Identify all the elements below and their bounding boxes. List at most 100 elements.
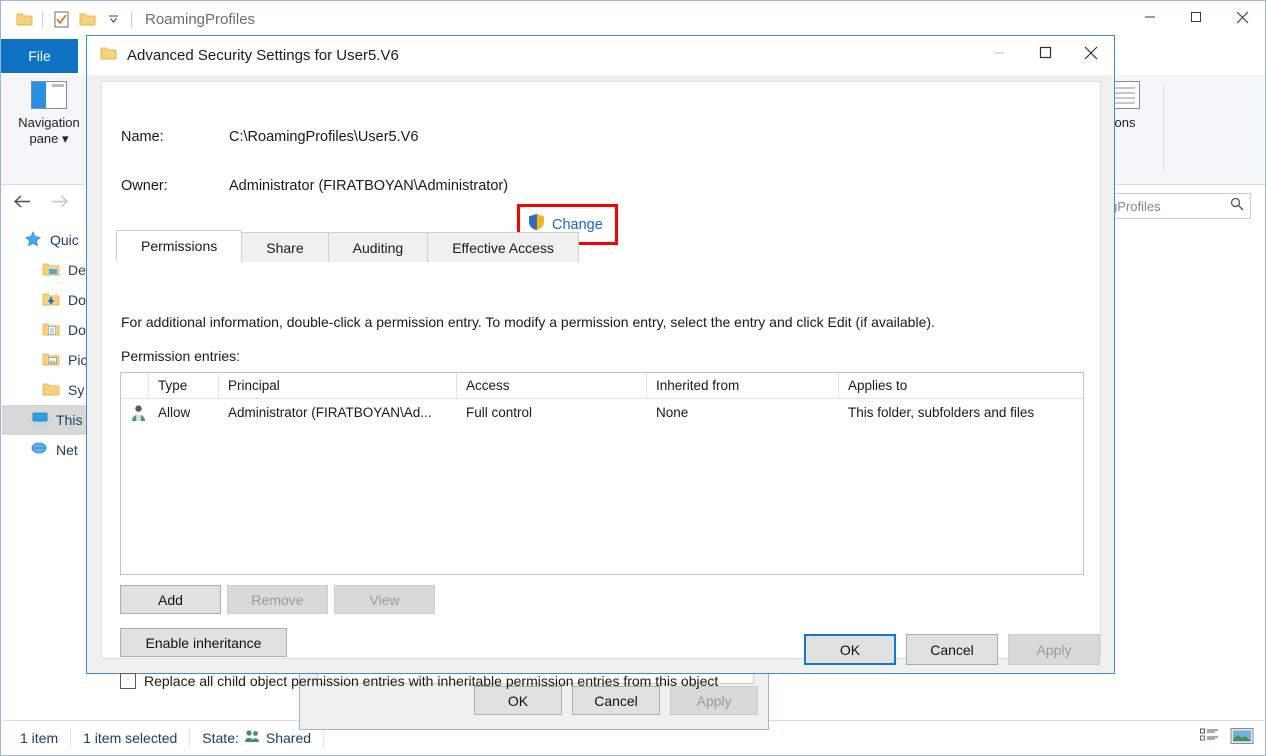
replace-child-permissions-row[interactable]: Replace all child object permission entr… (120, 673, 718, 689)
sidebar-item-label: Pic (68, 352, 88, 368)
advanced-security-settings-dialog: Advanced Security Settings for User5.V6 … (86, 35, 1115, 689)
status-selection-count: 1 item selected (71, 727, 191, 748)
close-icon[interactable] (1219, 1, 1265, 33)
user-icon (121, 399, 149, 426)
enable-inheritance-button[interactable]: Enable inheritance (120, 628, 287, 657)
properties-icon[interactable] (48, 6, 74, 32)
column-header-principal[interactable]: Principal (219, 373, 457, 398)
status-state-value: Shared (265, 729, 312, 746)
permission-action-buttons: Add Remove View (120, 585, 435, 614)
inheritance-button-row: Enable inheritance (120, 628, 287, 657)
cancel-button[interactable]: Cancel (906, 634, 998, 665)
pictures-folder-icon (42, 351, 62, 369)
replace-child-permissions-label: Replace all child object permission entr… (144, 673, 719, 689)
dialog-window-controls (976, 36, 1114, 69)
dialog-description: For additional information, double-click… (121, 314, 935, 330)
chevron-down-icon[interactable]: ▾ (62, 131, 69, 146)
sidebar-item-label: This (56, 412, 83, 428)
properties-apply-button: Apply (670, 686, 758, 715)
shared-users-icon (244, 729, 261, 746)
ok-button[interactable]: OK (804, 634, 896, 665)
tab-permissions[interactable]: Permissions (116, 230, 243, 262)
table-header-row: Type Principal Access Inherited from App… (121, 373, 1083, 399)
name-row: Name: C:\RoamingProfiles\User5.V6 (121, 129, 418, 145)
sidebar-item-label: Quic (50, 232, 79, 248)
replace-child-permissions-checkbox[interactable] (120, 673, 136, 689)
status-view-buttons (1200, 727, 1254, 750)
details-view-icon[interactable] (1200, 728, 1220, 749)
dialog-tabs: Permissions Share Auditing Effective Acc… (116, 230, 1100, 262)
minimize-icon[interactable] (1127, 1, 1173, 33)
folder-icon[interactable] (74, 6, 100, 32)
desktop-folder-icon (42, 261, 62, 279)
remove-button: Remove (227, 585, 328, 614)
quick-access-toolbar (1, 6, 137, 32)
sidebar-item-label: Do (68, 322, 86, 338)
name-label: Name: (121, 129, 164, 145)
properties-ok-button[interactable]: OK (474, 686, 562, 715)
sidebar-item-label: Do (68, 292, 86, 308)
divider (1163, 85, 1164, 171)
tab-share[interactable]: Share (241, 232, 329, 262)
tab-file[interactable]: File (1, 39, 78, 73)
column-header-type[interactable]: Type (149, 373, 219, 398)
dialog-content-panel: Name: C:\RoamingProfiles\User5.V6 Owner:… (101, 81, 1101, 689)
cell-type: Allow (158, 405, 191, 420)
divider (42, 11, 43, 27)
close-icon[interactable] (1068, 36, 1114, 69)
chevron-down-icon[interactable] (100, 6, 126, 32)
add-button[interactable]: Add (120, 585, 221, 614)
cell-inherited-from: None (656, 405, 689, 420)
search-input-value: gProfiles (1110, 198, 1161, 214)
ribbon-group-navigation-pane[interactable]: Navigation pane ▾ (3, 81, 95, 147)
navigation-pane-label-line1: Navigation (18, 115, 80, 130)
explorer-title-bar: RoamingProfiles (1, 1, 1265, 37)
sidebar-item-label: De (68, 262, 86, 278)
permission-entries-list[interactable]: Type Principal Access Inherited from App… (120, 372, 1084, 575)
screen: RoamingProfiles File ? (0, 0, 1266, 756)
back-icon[interactable] (13, 193, 32, 215)
properties-cancel-button[interactable]: Cancel (572, 686, 660, 715)
options-label: ons (1114, 115, 1136, 130)
column-header-inherited-from[interactable]: Inherited from (647, 373, 839, 398)
permission-entries-label: Permission entries: (121, 348, 241, 364)
large-icons-view-icon[interactable] (1230, 727, 1254, 750)
owner-value: Administrator (FIRATBOYAN\Administrator) (229, 178, 509, 194)
search-icon[interactable] (1230, 197, 1244, 216)
dialog-footer-buttons: OK Cancel Apply (804, 634, 1100, 665)
status-share-state: State: Shared (190, 727, 325, 748)
explorer-window-title: RoamingProfiles (145, 10, 256, 28)
tab-effective-access[interactable]: Effective Access (427, 232, 579, 262)
forward-icon[interactable] (50, 193, 69, 215)
owner-row: Owner: Administrator (FIRATBOYAN\Adminis… (121, 178, 508, 194)
documents-folder-icon (42, 321, 62, 339)
explorer-window-controls (1127, 1, 1265, 33)
sidebar-item-label: Net (56, 442, 78, 458)
folder-icon (42, 381, 62, 399)
divider (131, 11, 132, 27)
dialog-title: Advanced Security Settings for User5.V6 (127, 47, 399, 64)
navigation-pane-icon (31, 81, 67, 109)
name-value: C:\RoamingProfiles\User5.V6 (229, 129, 419, 145)
this-pc-icon (30, 411, 50, 429)
column-header-access[interactable]: Access (457, 373, 647, 398)
apply-button: Apply (1008, 634, 1100, 665)
minimize-icon[interactable] (976, 36, 1022, 69)
tab-auditing[interactable]: Auditing (327, 232, 429, 262)
maximize-icon[interactable] (1022, 36, 1068, 69)
table-row[interactable]: Allow Administrator (FIRATBOYAN\Ad... Fu… (121, 399, 1083, 426)
cell-access: Full control (466, 405, 533, 420)
star-icon (24, 231, 44, 249)
folder-icon[interactable] (11, 6, 37, 32)
view-button: View (334, 585, 435, 614)
navigation-pane-label-line2: pane (29, 131, 59, 146)
cell-applies-to: This folder, subfolders and files (848, 405, 1035, 420)
column-header-applies-to[interactable]: Applies to (839, 373, 1083, 398)
status-state-label: State: (202, 729, 239, 746)
maximize-icon[interactable] (1173, 1, 1219, 33)
folder-icon (100, 46, 117, 66)
properties-dialog-buttons: OK Cancel Apply (474, 686, 758, 715)
search-input[interactable]: gProfiles (1103, 193, 1251, 219)
column-header-icon (121, 373, 149, 398)
owner-label: Owner: (121, 178, 168, 194)
